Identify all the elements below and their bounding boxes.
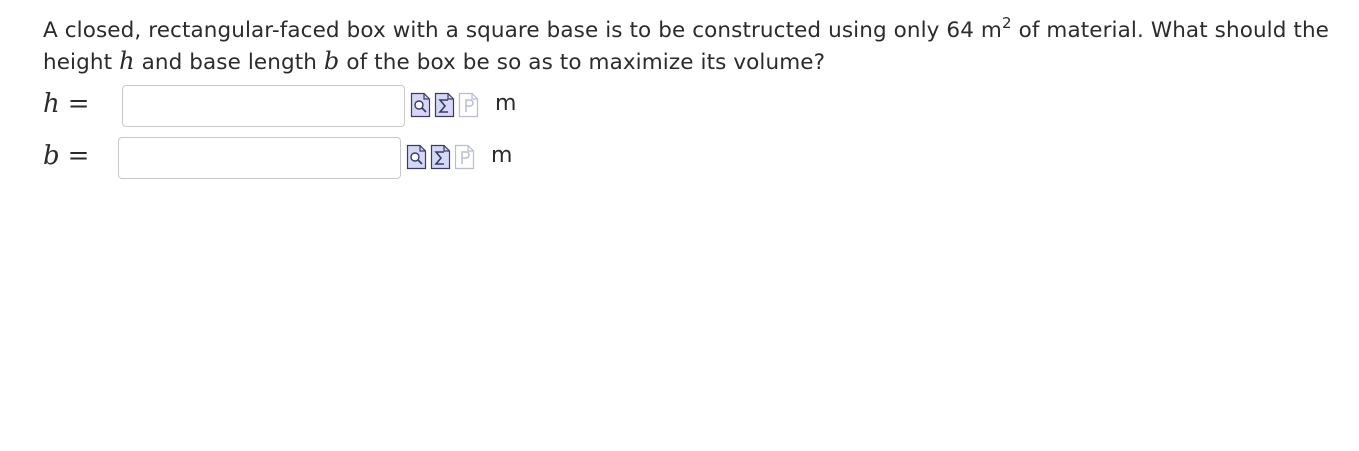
height-tools xyxy=(410,92,479,118)
preview-icon[interactable] xyxy=(410,92,431,118)
base-input[interactable] xyxy=(118,137,401,179)
superscript-exponent: 2 xyxy=(1001,14,1012,32)
question-part-3: and base length xyxy=(134,50,324,75)
height-input[interactable] xyxy=(122,85,405,127)
preview-icon[interactable] xyxy=(406,144,427,170)
base-label: b = xyxy=(43,141,89,171)
height-var: h xyxy=(43,89,60,119)
variable-b: b xyxy=(323,47,340,75)
base-tools xyxy=(406,144,475,170)
height-equals: = xyxy=(67,89,90,119)
question-part-4: of the box be so as to maximize its volu… xyxy=(339,50,826,75)
equation-editor-icon[interactable] xyxy=(430,144,451,170)
question-part-1: A closed, rectangular-faced box with a s… xyxy=(43,18,1002,43)
height-unit: m xyxy=(495,91,517,116)
help-icon[interactable] xyxy=(454,144,475,170)
variable-h: h xyxy=(119,47,135,75)
help-icon[interactable] xyxy=(458,92,479,118)
height-label: h = xyxy=(43,89,90,119)
base-equals: = xyxy=(67,141,90,171)
question-text: A closed, rectangular-faced box with a s… xyxy=(43,15,1333,78)
equation-editor-icon[interactable] xyxy=(434,92,455,118)
base-unit: m xyxy=(491,143,513,168)
base-var: b xyxy=(43,141,60,171)
